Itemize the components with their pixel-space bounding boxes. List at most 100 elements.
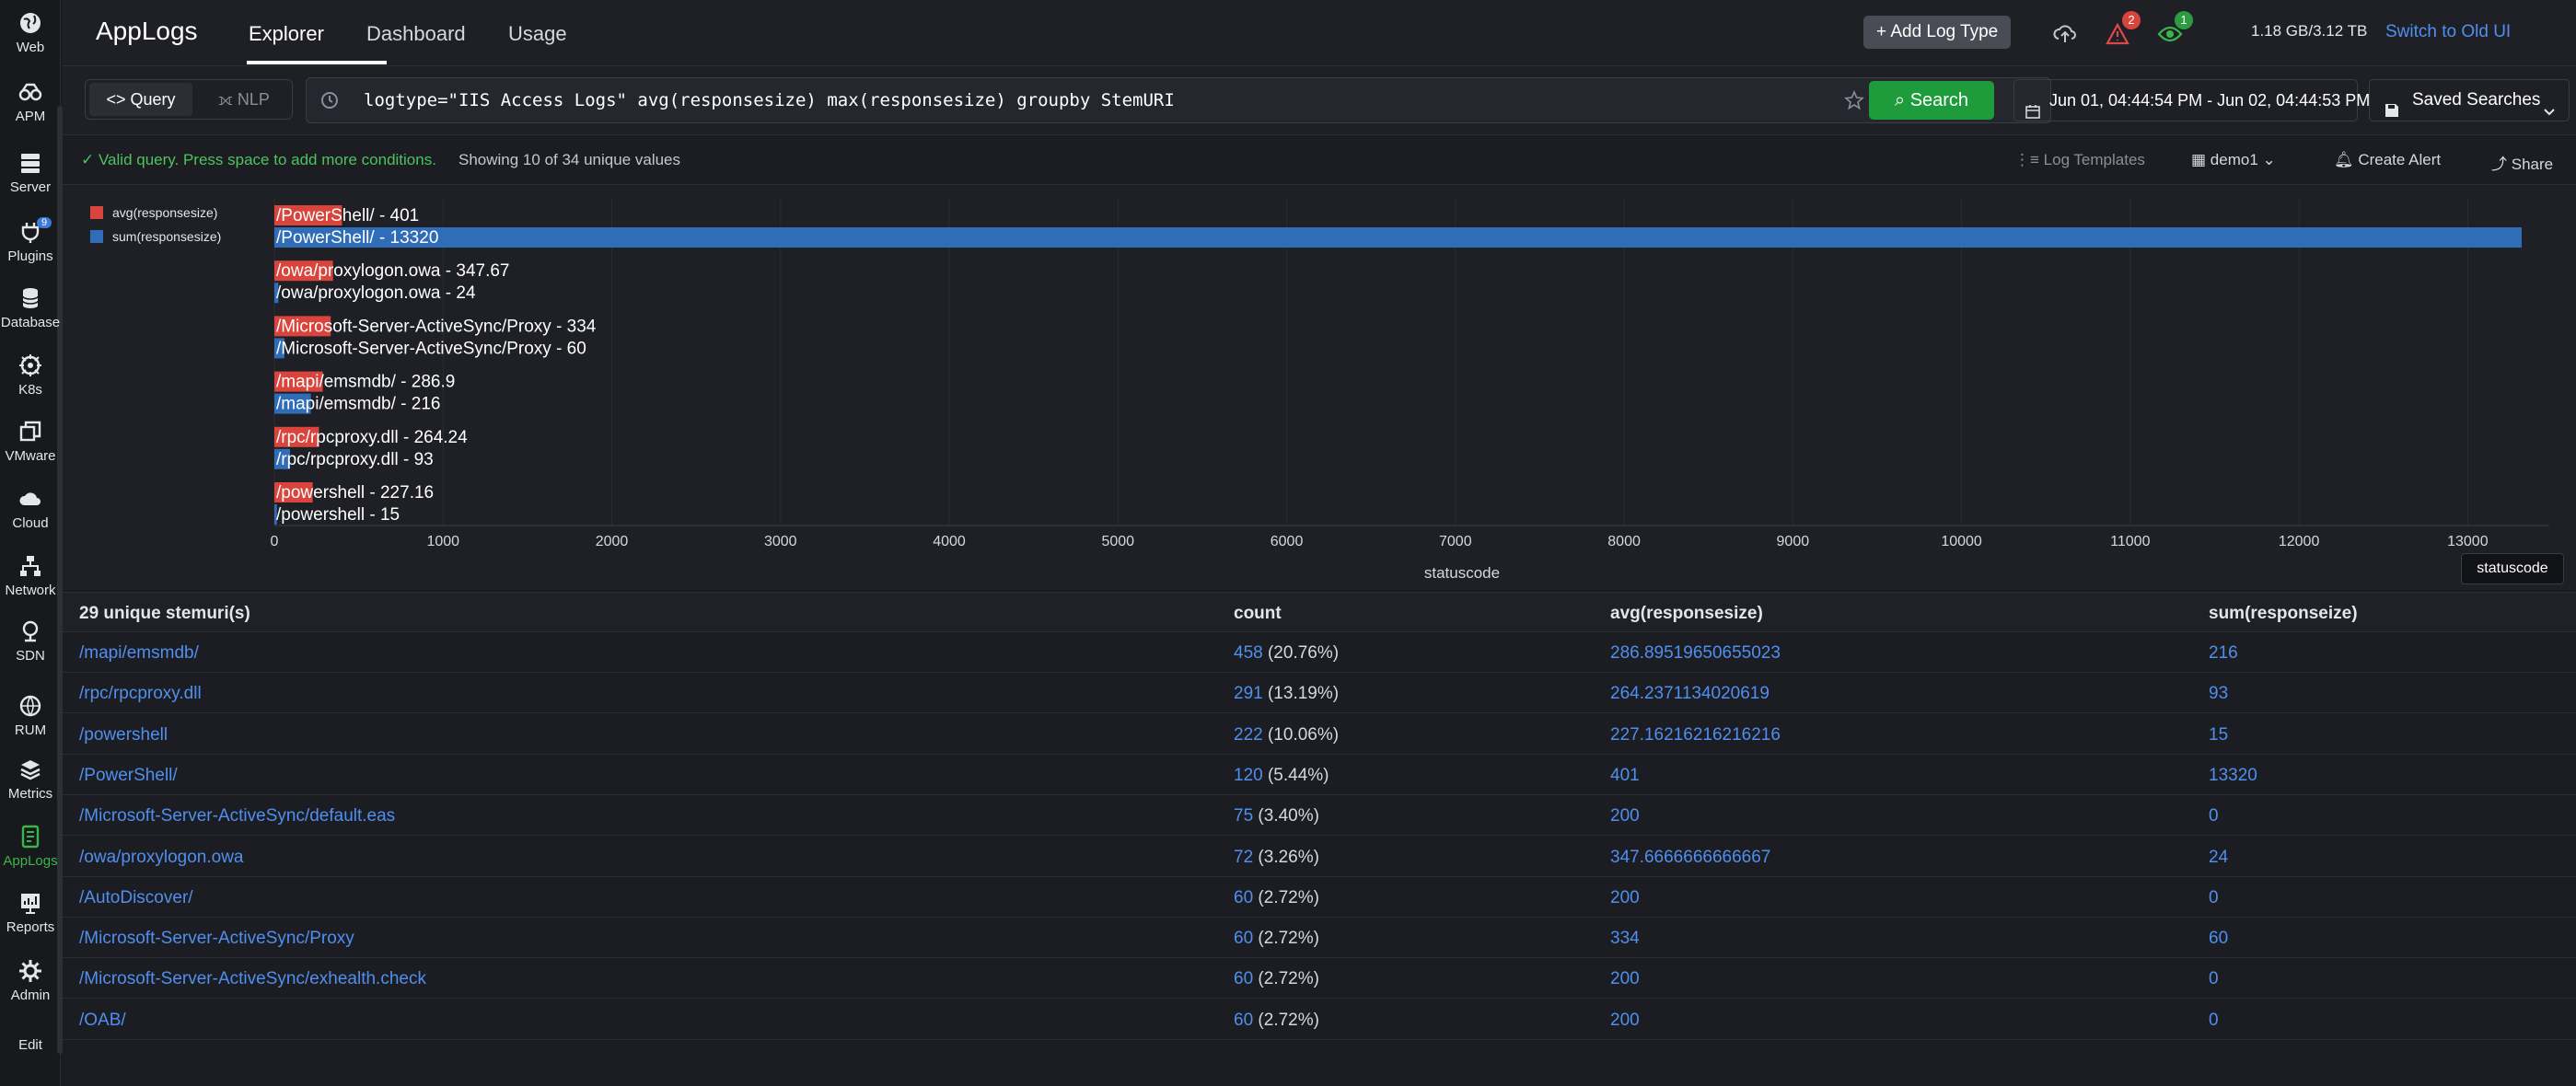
- stemuri-link[interactable]: /mapi/emsmdb/: [79, 643, 199, 664]
- rail-item-cloud[interactable]: Cloud: [0, 479, 61, 537]
- tab-dashboard[interactable]: Dashboard: [366, 22, 466, 46]
- reports-icon: [17, 889, 44, 917]
- search-icon: ⌕: [1894, 90, 1906, 110]
- rail-item-admin[interactable]: Admin: [0, 951, 61, 1010]
- rail-item-web[interactable]: Web: [0, 3, 61, 62]
- query-input[interactable]: logtype="IIS Access Logs" avg(responsesi…: [306, 77, 2051, 123]
- rail-item-sdn[interactable]: SDN: [0, 611, 61, 670]
- rail-item-edit[interactable]: Edit: [0, 1014, 61, 1073]
- rail-item-reports[interactable]: Reports: [0, 883, 61, 942]
- upload-cloud-icon[interactable]: [2049, 18, 2081, 50]
- avg-link[interactable]: 200: [1610, 806, 1640, 826]
- saved-searches-dropdown[interactable]: Saved Searches: [2369, 79, 2570, 121]
- alert-icon[interactable]: 2: [2102, 11, 2141, 50]
- rail-item-rum[interactable]: RUM: [0, 686, 61, 745]
- sum-link[interactable]: 216: [2209, 643, 2238, 664]
- log-templates-button[interactable]: ⋮≡ Log Templates: [2014, 151, 2145, 169]
- query-text[interactable]: logtype="IIS Access Logs" avg(responsesi…: [364, 90, 1175, 110]
- col-header-avg[interactable]: avg(responsesize): [1610, 604, 1763, 624]
- watch-eye-icon[interactable]: 1: [2154, 11, 2193, 50]
- count-link[interactable]: 60: [1234, 888, 1253, 907]
- avg-link[interactable]: 200: [1610, 969, 1640, 989]
- star-icon[interactable]: [1844, 89, 1864, 115]
- avg-link[interactable]: 264.2371134020619: [1610, 684, 1770, 704]
- stemuri-link[interactable]: /owa/proxylogon.owa: [79, 848, 244, 868]
- history-icon[interactable]: [319, 90, 340, 115]
- add-log-type-button[interactable]: + Add Log Type: [1863, 16, 2012, 49]
- switch-old-ui-link[interactable]: Switch to Old UI: [2385, 22, 2511, 42]
- count-link[interactable]: 458: [1234, 643, 1263, 663]
- legend-item-sum[interactable]: sum(responsesize): [90, 229, 221, 244]
- sum-link[interactable]: 60: [2209, 929, 2228, 949]
- col-header-count[interactable]: count: [1234, 604, 1282, 624]
- rail-item-server[interactable]: Server: [0, 143, 61, 202]
- count-link[interactable]: 60: [1234, 1011, 1253, 1030]
- count-link[interactable]: 120: [1234, 766, 1263, 785]
- avg-link[interactable]: 286.89519650655023: [1610, 643, 1781, 664]
- stemuri-link[interactable]: /Microsoft-Server-ActiveSync/Proxy: [79, 929, 354, 949]
- x-tick-label: 5000: [1101, 534, 1134, 549]
- count-link[interactable]: 60: [1234, 929, 1253, 948]
- count-link[interactable]: 291: [1234, 684, 1263, 703]
- user-dropdown[interactable]: ▦ demo1 ⌄: [2191, 151, 2276, 169]
- sum-link[interactable]: 0: [2209, 969, 2219, 989]
- count-link[interactable]: 75: [1234, 806, 1253, 826]
- user-label: demo1: [2210, 151, 2258, 168]
- globe-icon: [17, 9, 44, 37]
- rail-item-database[interactable]: Database: [0, 278, 61, 337]
- date-range-picker[interactable]: Jun 01, 04:44:54 PM - Jun 02, 04:44:53 P…: [2013, 79, 2370, 121]
- stemuri-link[interactable]: /PowerShell/: [79, 766, 178, 786]
- share-button[interactable]: ⤴ Share: [2491, 151, 2553, 174]
- rail-item-label: Plugins: [7, 248, 53, 264]
- stemuri-link[interactable]: /OAB/: [79, 1011, 126, 1031]
- rail-item-metrics[interactable]: Metrics: [0, 749, 61, 808]
- legend-item-avg[interactable]: avg(responsesize): [90, 205, 221, 220]
- rail-item-vmware[interactable]: VMware: [0, 411, 61, 470]
- count-percent: (13.19%): [1267, 684, 1340, 704]
- col-header-sum[interactable]: sum(responseize): [2209, 604, 2358, 624]
- rail-item-apm[interactable]: APM: [0, 72, 61, 131]
- sum-link[interactable]: 15: [2209, 725, 2228, 745]
- rail-item-label: Metrics: [7, 786, 53, 802]
- bar-label-avg: /Microsoft-Server-ActiveSync/Proxy - 334: [276, 317, 597, 336]
- stemuri-link[interactable]: /rpc/rpcproxy.dll: [79, 684, 202, 704]
- sum-link[interactable]: 24: [2209, 848, 2228, 868]
- nlp-mode-button[interactable]: ⟗ NLP: [198, 83, 290, 116]
- stemuri-link[interactable]: /Microsoft-Server-ActiveSync/exhealth.ch…: [79, 969, 426, 989]
- rail-item-network[interactable]: Network: [0, 546, 61, 605]
- stemuri-link[interactable]: /powershell: [79, 725, 168, 745]
- avg-link[interactable]: 334: [1610, 929, 1640, 949]
- sum-link[interactable]: 13320: [2209, 766, 2257, 786]
- count-link[interactable]: 222: [1234, 725, 1263, 745]
- col-header-stemuri[interactable]: 29 unique stemuri(s): [79, 604, 250, 624]
- rail-item-applogs[interactable]: AppLogs: [0, 816, 61, 875]
- sum-link[interactable]: 0: [2209, 1011, 2219, 1031]
- rail-item-label: APM: [15, 109, 46, 124]
- create-alert-button[interactable]: 🔔︎ Create Alert: [2334, 151, 2441, 169]
- table-row: /Microsoft-Server-ActiveSync/default.eas…: [63, 795, 2576, 837]
- count-cell: 120 (5.44%): [1234, 766, 1329, 786]
- list-icon: ⋮≡: [2014, 151, 2039, 168]
- tab-explorer[interactable]: Explorer: [249, 22, 324, 46]
- bar-sum[interactable]: [274, 227, 2522, 248]
- rail-item-plugins[interactable]: Plugins 9: [0, 212, 61, 271]
- sum-link[interactable]: 0: [2209, 888, 2219, 908]
- stemuri-link[interactable]: /AutoDiscover/: [79, 888, 193, 908]
- count-link[interactable]: 60: [1234, 969, 1253, 988]
- sum-link[interactable]: 0: [2209, 806, 2219, 826]
- avg-link[interactable]: 200: [1610, 1011, 1640, 1031]
- search-button[interactable]: ⌕ Search: [1869, 81, 1994, 120]
- avg-link[interactable]: 401: [1610, 766, 1640, 786]
- stemuri-link[interactable]: /Microsoft-Server-ActiveSync/default.eas: [79, 806, 395, 826]
- query-mode-button[interactable]: <> Query: [89, 83, 192, 116]
- avg-link[interactable]: 347.6666666666667: [1610, 848, 1770, 868]
- tab-usage[interactable]: Usage: [508, 22, 567, 46]
- avg-link[interactable]: 227.16216216216216: [1610, 725, 1781, 745]
- count-link[interactable]: 72: [1234, 848, 1253, 867]
- avg-link[interactable]: 200: [1610, 888, 1640, 908]
- binoculars-icon: [17, 78, 44, 106]
- rail-item-label: Server: [9, 179, 52, 195]
- sum-link[interactable]: 93: [2209, 684, 2228, 704]
- left-navigation-rail: Web APM Server Plugins 9 Database K8s VMware Clo…: [0, 0, 63, 1086]
- rail-item-k8s[interactable]: K8s: [0, 345, 61, 404]
